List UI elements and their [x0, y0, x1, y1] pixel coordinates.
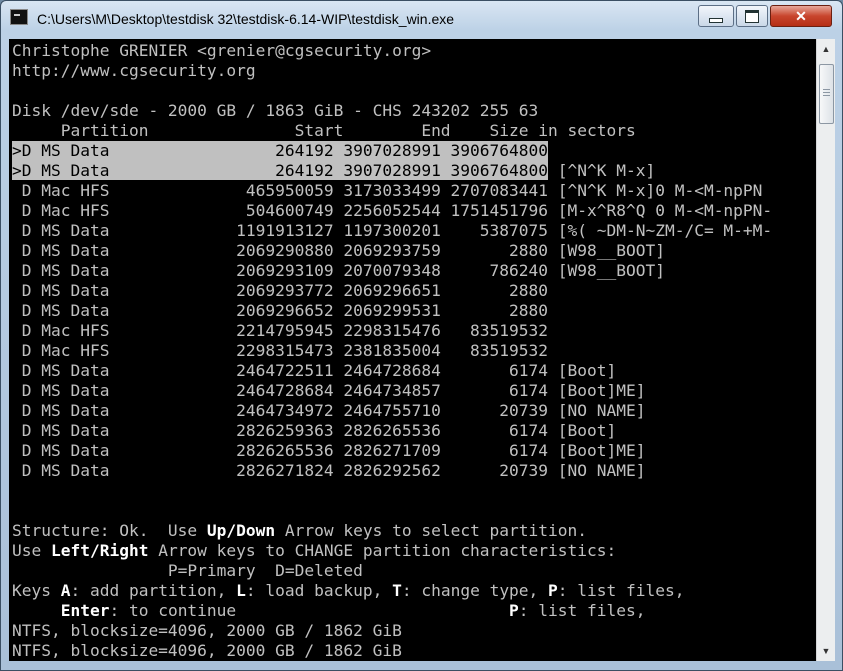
partition-row[interactable]: D MS Data 2069290880 2069293759 2880 [W9… — [12, 241, 665, 261]
keys-line: Keys A: add partition, L: load backup, T… — [12, 581, 685, 601]
window-title: C:\Users\M\Desktop\testdisk 32\testdisk-… — [37, 11, 455, 27]
status-structure-line: Structure: Ok. Use Up/Down Arrow keys to… — [12, 521, 587, 541]
partition-row[interactable]: D MS Data 1191913127 1197300201 5387075 … — [12, 221, 772, 241]
status-text: Arrow keys to CHANGE partition character… — [148, 541, 617, 560]
grip-line — [823, 89, 830, 90]
keys-text: : list files, — [557, 581, 685, 600]
keys-text: Keys — [12, 581, 61, 600]
partition-row[interactable]: D Mac HFS 2214795945 2298315476 83519532 — [12, 321, 548, 341]
scroll-down-button[interactable]: ▼ — [817, 641, 835, 661]
partition-row[interactable]: D MS Data 2826265536 2826271709 6174 [Bo… — [12, 441, 646, 461]
minimize-icon — [709, 17, 723, 23]
filesystem-info-line: NTFS, blocksize=4096, 2000 GB / 1862 GiB — [12, 641, 402, 660]
partition-row[interactable]: D Mac HFS 465950059 3173033499 270708344… — [12, 181, 763, 201]
key-hint: T — [392, 581, 402, 600]
close-button[interactable]: ✕ — [770, 5, 832, 27]
author-line: Christophe GRENIER <grenier@cgsecurity.o… — [12, 41, 432, 60]
keys-text — [12, 601, 61, 620]
console-output[interactable]: Christophe GRENIER <grenier@cgsecurity.o… — [9, 39, 816, 661]
key-hint: L — [236, 581, 246, 600]
partition-row[interactable]: D MS Data 2826271824 2826292562 20739 [N… — [12, 461, 646, 481]
enter-line: Enter: to continue P: list files, — [12, 601, 646, 621]
keys-text: : load backup, — [245, 581, 393, 600]
partition-row[interactable]: D MS Data 2464728684 2464734857 6174 [Bo… — [12, 381, 646, 401]
partition-row[interactable]: D Mac HFS 2298315473 2381835004 83519532 — [12, 341, 548, 361]
status-text: Use — [12, 541, 51, 560]
caret-up-icon: ▲ — [821, 44, 831, 54]
grip-line — [823, 92, 830, 93]
partition-row[interactable]: D MS Data 2464734972 2464755710 20739 [N… — [12, 401, 646, 421]
disk-info-line: Disk /dev/sde - 2000 GB / 1863 GiB - CHS… — [12, 101, 539, 120]
minimize-button[interactable] — [698, 5, 734, 27]
partition-row-highlight: >D MS Data 264192 3907028991 3906764800 — [12, 161, 549, 180]
status-change-line: Use Left/Right Arrow keys to CHANGE part… — [12, 541, 616, 561]
partition-table-header: Partition Start End Size in sectors — [12, 121, 636, 140]
partition-row[interactable]: D MS Data 2464722511 2464728684 6174 [Bo… — [12, 361, 617, 381]
maximize-button[interactable] — [736, 5, 768, 27]
scroll-thumb[interactable] — [819, 64, 834, 124]
partition-row[interactable]: D MS Data 2069296652 2069299531 2880 — [12, 301, 548, 321]
partition-row-label: [^N^K M-x] — [548, 161, 656, 180]
keys-text: : add partition, — [70, 581, 237, 600]
key-hint: Left/Right — [50, 541, 149, 560]
partition-row[interactable]: >D MS Data 264192 3907028991 3906764800 … — [12, 161, 655, 181]
console-window: C:\Users\M\Desktop\testdisk 32\testdisk-… — [0, 0, 843, 671]
scroll-up-button[interactable]: ▲ — [817, 39, 835, 59]
partition-row-selected[interactable]: >D MS Data 264192 3907028991 3906764800 — [12, 141, 549, 161]
filesystem-info-line: NTFS, blocksize=4096, 2000 GB / 1862 GiB — [12, 621, 402, 640]
key-hint: P — [548, 581, 558, 600]
partition-row[interactable]: D MS Data 2069293109 2070079348 786240 [… — [12, 261, 665, 281]
close-icon: ✕ — [795, 7, 807, 24]
title-bar[interactable]: C:\Users\M\Desktop\testdisk 32\testdisk-… — [1, 1, 842, 37]
keys-text: : list files, — [518, 601, 646, 620]
key-hint: Enter — [60, 601, 110, 620]
keys-text: : to continue — [109, 601, 510, 620]
key-hint: P — [509, 601, 519, 620]
partition-row[interactable]: D MS Data 2069293772 2069296651 2880 — [12, 281, 548, 301]
console-app-icon — [10, 9, 28, 25]
status-text: Structure: Ok. Use — [12, 521, 207, 540]
url-line: http://www.cgsecurity.org — [12, 61, 256, 80]
partition-row[interactable]: D MS Data 2826259363 2826265536 6174 [Bo… — [12, 421, 617, 441]
vertical-scrollbar[interactable]: ▲ ▼ — [816, 39, 835, 661]
caret-down-icon: ▼ — [821, 646, 831, 656]
keys-text: : change type, — [401, 581, 549, 600]
status-text: Arrow keys to select partition. — [275, 521, 588, 540]
partition-row[interactable]: D Mac HFS 504600749 2256052544 175145179… — [12, 201, 772, 221]
maximize-icon — [745, 9, 759, 23]
key-hint: Up/Down — [206, 521, 276, 540]
type-legend-line: P=Primary D=Deleted — [12, 561, 363, 580]
grip-line — [823, 95, 830, 96]
